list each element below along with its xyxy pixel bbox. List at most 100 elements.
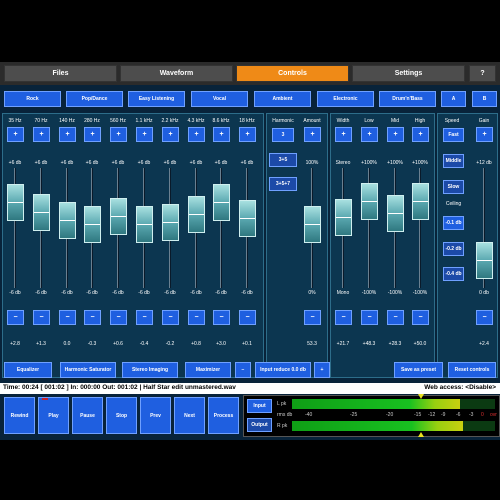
gain-handle[interactable] <box>476 242 493 279</box>
tab-controls[interactable]: Controls <box>236 65 349 82</box>
eq-band-5-label: 1.1 kHz <box>135 118 153 124</box>
harmonic-3-5-button[interactable]: 3+5 <box>269 153 297 167</box>
tab-help[interactable]: ? <box>469 65 496 82</box>
meter-output-button[interactable]: Output <box>247 418 272 432</box>
transport-play-button[interactable]: Play <box>38 397 69 434</box>
stereo-high-plus-button[interactable]: + <box>412 127 429 142</box>
eq-band-2-plus-button[interactable]: + <box>59 127 76 142</box>
eq-band-1-plus-button[interactable]: + <box>33 127 50 142</box>
harmonic-3-5-7-button[interactable]: 3+5+7 <box>269 177 297 191</box>
stereo-width-minus-button[interactable]: − <box>335 310 352 325</box>
eq-band-6-plus-button[interactable]: + <box>162 127 179 142</box>
harmonic-3-button[interactable]: 3 <box>272 128 294 142</box>
speed-middle-button[interactable]: Middle <box>443 154 464 168</box>
stereo-width-plus-button[interactable]: + <box>335 127 352 142</box>
eq-band-8-plus-button[interactable]: + <box>213 127 230 142</box>
harmonic-saturator-button[interactable]: Harmonic Saturator <box>60 362 116 378</box>
amount-handle[interactable] <box>304 206 321 243</box>
preset-electronic-button[interactable]: Electronic <box>317 91 374 107</box>
ceiling-0-1-button[interactable]: -0.1 db <box>443 216 464 230</box>
eq-band-9-minus-button[interactable]: − <box>239 310 256 325</box>
stereo-width-max-label: Stereo <box>335 160 351 166</box>
input-reduce-minus-button[interactable]: − <box>235 362 251 378</box>
eq-band-6-minus-button[interactable]: − <box>162 310 179 325</box>
eq-band-7-minus-button[interactable]: − <box>188 310 205 325</box>
stereo-mid-handle[interactable] <box>387 195 404 232</box>
maximizer-button[interactable]: Maximizer <box>185 362 231 378</box>
eq-band-6-handle[interactable] <box>162 204 179 241</box>
web-access-link[interactable]: Web access: <Disable> <box>424 384 496 391</box>
eq-band-6-label: 2.2 kHz <box>161 118 179 124</box>
gain-minus-button[interactable]: − <box>476 310 493 325</box>
speed-fast-button[interactable]: Fast <box>443 128 464 142</box>
eq-band-0-handle[interactable] <box>7 184 24 221</box>
eq-band-5-handle[interactable] <box>136 206 153 243</box>
preset-easy-listening-button[interactable]: Easy Listening <box>128 91 185 107</box>
input-reduce-button[interactable]: Input reduce 0.0 db <box>255 362 311 378</box>
stereo-high-minus-button[interactable]: − <box>412 310 429 325</box>
equalizer-button[interactable]: Equalizer <box>4 362 52 378</box>
stereo-high-handle[interactable] <box>412 183 429 220</box>
eq-band-5-plus-button[interactable]: + <box>136 127 153 142</box>
transport-prev-button[interactable]: Prev <box>140 397 171 434</box>
eq-band-2-minus-button[interactable]: − <box>59 310 76 325</box>
eq-band-2-value: 0.0 <box>63 341 71 347</box>
gain-plus-button[interactable]: + <box>476 127 493 142</box>
eq-band-7-plus-button[interactable]: + <box>188 127 205 142</box>
eq-band-1-handle[interactable] <box>33 194 50 231</box>
preset-pop-dance-button[interactable]: Pop/Dance <box>66 91 123 107</box>
eq-band-5-minus-button[interactable]: − <box>136 310 153 325</box>
stereo-low-minus-button[interactable]: − <box>361 310 378 325</box>
ceiling-0-4-button[interactable]: -0.4 db <box>443 267 464 281</box>
transport-pause-button[interactable]: Pause <box>72 397 103 434</box>
stereo-width-handle[interactable] <box>335 199 352 236</box>
eq-band-1-minus-button[interactable]: − <box>33 310 50 325</box>
stereo-mid-minus-button[interactable]: − <box>387 310 404 325</box>
preset-rock-button[interactable]: Rock <box>4 91 61 107</box>
transport-stop-button[interactable]: Stop <box>106 397 137 434</box>
preset-a-button[interactable]: A <box>441 91 466 107</box>
amount-max-label: 100% <box>305 160 319 166</box>
preset-vocal-button[interactable]: Vocal <box>191 91 248 107</box>
preset-b-button[interactable]: B <box>472 91 497 107</box>
eq-band-3-plus-button[interactable]: + <box>84 127 101 142</box>
eq-band-4-plus-button[interactable]: + <box>110 127 127 142</box>
eq-band-3-minus-button[interactable]: − <box>84 310 101 325</box>
eq-band-7-handle[interactable] <box>188 196 205 233</box>
transport-process-button[interactable]: Process <box>208 397 239 434</box>
ceiling-label: Ceiling <box>445 201 462 207</box>
eq-band-8-handle[interactable] <box>213 184 230 221</box>
eq-band-2-handle[interactable] <box>59 202 76 239</box>
eq-band-9-handle[interactable] <box>239 200 256 237</box>
transport-next-button[interactable]: Next <box>174 397 205 434</box>
stereo-low-handle[interactable] <box>361 183 378 220</box>
tab-waveform[interactable]: Waveform <box>120 65 233 82</box>
stereo-low-plus-button[interactable]: + <box>361 127 378 142</box>
eq-band-0-minus-button[interactable]: − <box>7 310 24 325</box>
reset-controls-button[interactable]: Reset controls <box>448 362 496 378</box>
meter-scale-tick: -6 <box>456 412 461 418</box>
eq-band-9-value: +0.1 <box>242 341 252 347</box>
transport-rewind-button[interactable]: Rewind <box>4 397 35 434</box>
ceiling-0-2-button[interactable]: -0.2 db <box>443 242 464 256</box>
eq-band-8-minus-button[interactable]: − <box>213 310 230 325</box>
speed-slow-button[interactable]: Slow <box>443 180 464 194</box>
save-preset-button[interactable]: Save as preset <box>394 362 443 378</box>
eq-band-4-handle[interactable] <box>110 198 127 235</box>
amount-plus-button[interactable]: + <box>304 127 321 142</box>
tab-files[interactable]: Files <box>4 65 117 82</box>
preset-ambient-button[interactable]: Ambient <box>254 91 311 107</box>
preset-drum-n-bass-button[interactable]: Drum'n'Bass <box>379 91 436 107</box>
amount-min-label: 0% <box>308 290 316 296</box>
tab-settings[interactable]: Settings <box>352 65 465 82</box>
input-reduce-plus-button[interactable]: + <box>314 362 330 378</box>
meter-scale-tick: -40 <box>305 412 313 418</box>
eq-band-3-handle[interactable] <box>84 206 101 243</box>
eq-band-4-minus-button[interactable]: − <box>110 310 127 325</box>
meter-input-button[interactable]: Input <box>247 399 272 413</box>
stereo-imaging-button[interactable]: Stereo Imaging <box>122 362 178 378</box>
eq-band-9-plus-button[interactable]: + <box>239 127 256 142</box>
stereo-mid-plus-button[interactable]: + <box>387 127 404 142</box>
eq-band-0-plus-button[interactable]: + <box>7 127 24 142</box>
amount-minus-button[interactable]: − <box>304 310 321 325</box>
